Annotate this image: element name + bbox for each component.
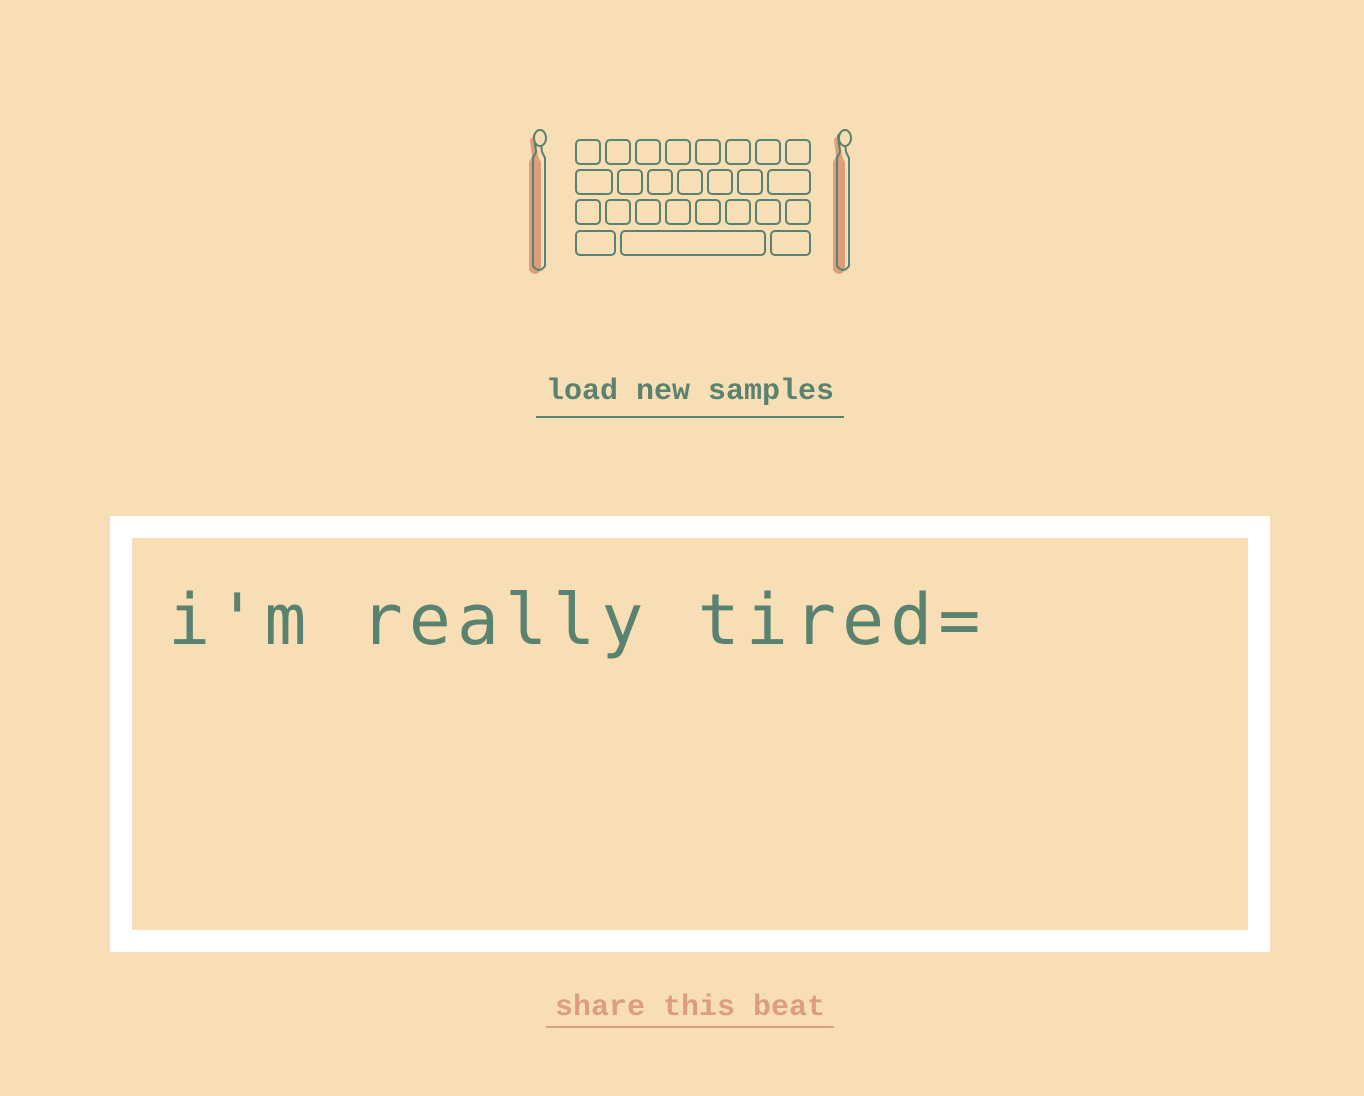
load-new-samples-link[interactable]: load new samples [536, 374, 844, 418]
beat-editor-frame: i'm really tired= [110, 516, 1270, 952]
share-beat-link[interactable]: share this beat [546, 992, 834, 1028]
page: load new samples i'm really tired= share… [0, 0, 1364, 1096]
beat-text-editor[interactable]: i'm really tired= [132, 538, 1248, 930]
keyboard-drumsticks-icon [529, 129, 852, 274]
